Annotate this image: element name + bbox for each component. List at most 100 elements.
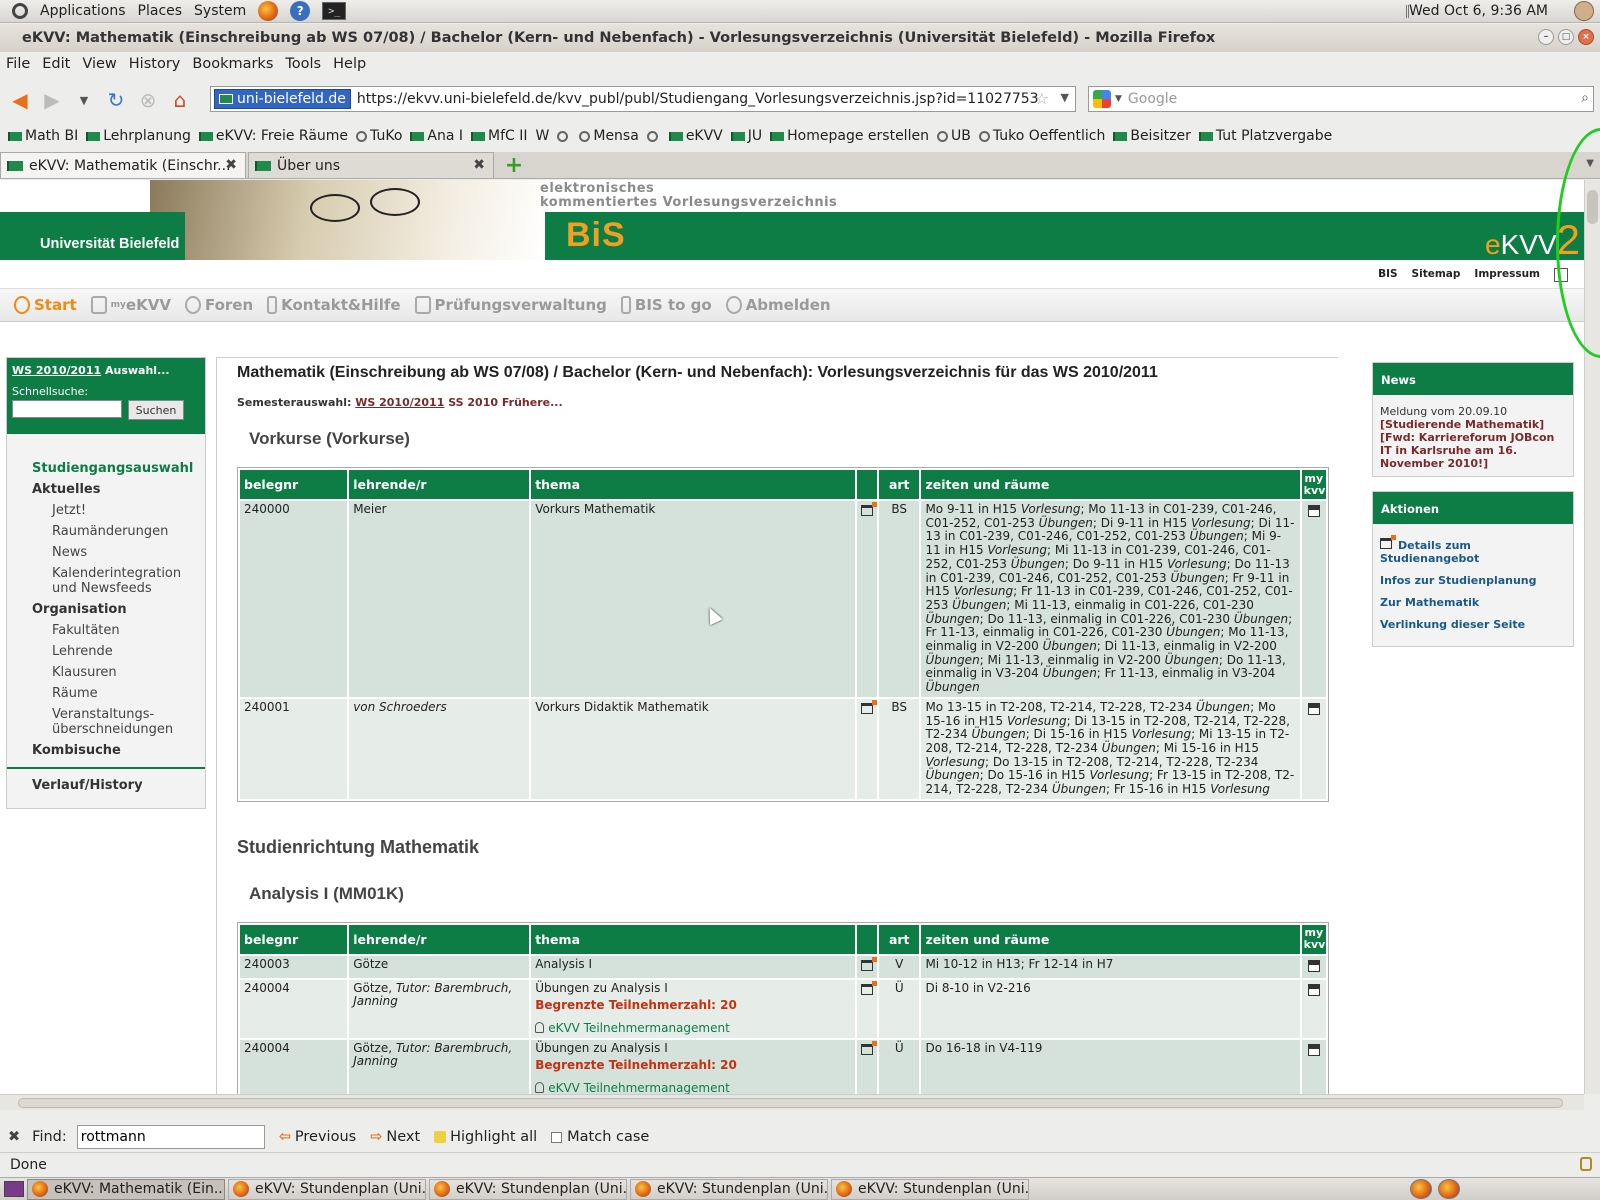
sidebar-item[interactable]: Verlauf/History [7, 775, 205, 796]
teilnehmermanagement-link[interactable]: eKVV Teilnehmermanagement [535, 1081, 851, 1094]
action-details[interactable]: Details zum Studienangebot [1380, 535, 1566, 565]
find-previous-button[interactable]: ⇦ Previous [279, 1129, 356, 1145]
bookmark-item[interactable]: eKVV: Freie Räume [198, 128, 348, 144]
forward-button[interactable]: ▶ [38, 86, 66, 114]
sidebar-item[interactable]: Raumänderungen [7, 521, 205, 542]
google-engine-icon[interactable] [1093, 90, 1111, 108]
menu-history[interactable]: History [129, 56, 181, 72]
news-link[interactable]: [Studierende Mathematik] [Fwd: Karrieref… [1380, 418, 1566, 470]
bookmark-item[interactable]: Lehrplanung [86, 128, 191, 144]
save-to-mykvv-icon[interactable] [1307, 959, 1320, 972]
sidebar-item[interactable]: Aktuelles [7, 479, 205, 500]
sidebar-item[interactable]: Lehrende [7, 641, 205, 662]
search-icon[interactable]: ⌕ [1581, 90, 1589, 106]
save-to-mykvv-icon[interactable] [1307, 1043, 1320, 1056]
close-tab-icon[interactable]: ✖ [473, 157, 485, 173]
semester-more-link[interactable]: Frühere... [502, 396, 563, 409]
home-button[interactable]: ⌂ [166, 86, 194, 114]
belegnr-cell[interactable]: 240003 [240, 955, 348, 978]
search-bar[interactable]: ▼ Google ⌕ [1088, 86, 1594, 112]
taskbar-window-button[interactable]: eKVV: Mathematik (Ein... [27, 1178, 225, 1200]
menu-file[interactable]: File [6, 56, 30, 72]
save-to-mykvv-icon[interactable] [1307, 702, 1320, 715]
site-identity-button[interactable]: uni-bielefeld.de [214, 89, 351, 109]
belegnr-cell[interactable]: 240004 [240, 979, 348, 1038]
sidebar-item[interactable]: News [7, 542, 205, 563]
thema-link[interactable]: Vorkurs Didaktik Mathematik [535, 700, 708, 714]
horizontal-scrollbar[interactable] [0, 1094, 1584, 1110]
menu-view[interactable]: View [82, 56, 116, 72]
stop-button[interactable]: ⊗ [134, 86, 162, 114]
menu-tools[interactable]: Tools [285, 56, 321, 72]
bis-link[interactable]: BIS [1378, 268, 1397, 282]
close-window-button[interactable]: × [1578, 29, 1594, 45]
reload-button[interactable]: ↻ [102, 86, 130, 114]
bookmark-star-icon[interactable]: ☆ [1035, 89, 1049, 108]
user-icon[interactable] [1574, 1, 1594, 21]
nav-my-ekvv[interactable]: my eKVV [90, 296, 171, 314]
thema-link[interactable]: Vorkurs Mathematik [535, 502, 655, 516]
nav-bis-to-go[interactable]: BIS to go [620, 296, 712, 314]
semester-link[interactable]: WS 2010/2011 [12, 364, 101, 377]
places-menu[interactable]: Places [138, 3, 183, 19]
university-logo[interactable]: Universität Bielefeld [0, 212, 185, 260]
terminal-launcher-icon[interactable]: >_ [322, 2, 347, 20]
url-dropdown-icon[interactable]: ▼ [1061, 91, 1069, 104]
calendar-export-icon[interactable] [860, 980, 877, 995]
bookmark-item[interactable]: W [536, 128, 550, 144]
show-desktop-icon[interactable] [4, 1181, 24, 1197]
clock[interactable]: Wed Oct 6, 9:36 AM [1409, 3, 1548, 19]
menu-help[interactable]: Help [333, 56, 366, 72]
bookmark-item[interactable]: Beisitzer [1113, 128, 1191, 144]
bookmark-item[interactable]: Mensa [579, 128, 639, 144]
firefox-launcher-icon[interactable] [258, 1, 279, 21]
calendar-export-icon[interactable] [860, 956, 877, 971]
menu-bookmarks[interactable]: Bookmarks [192, 56, 273, 72]
bookmark-item[interactable] [557, 130, 571, 142]
belegnr-cell[interactable]: 240004 [240, 1039, 348, 1094]
action-zur-mathematik[interactable]: Zur Mathematik [1380, 596, 1566, 609]
calendar-export-icon[interactable] [860, 502, 877, 516]
semester-prev-link[interactable]: SS 2010 [448, 396, 498, 409]
taskbar-window-button[interactable]: eKVV: Stundenplan (Uni... [429, 1178, 627, 1200]
action-infos[interactable]: Infos zur Studienplanung [1380, 574, 1566, 587]
bookmark-item[interactable]: Homepage erstellen [770, 128, 929, 144]
semester-select-link[interactable]: Auswahl... [105, 364, 170, 377]
sidebar-item[interactable]: Fakultäten [7, 620, 205, 641]
close-find-bar-icon[interactable]: ✖ [8, 1129, 20, 1145]
bookmark-item[interactable]: MfC II [471, 128, 528, 144]
teilnehmermanagement-link[interactable]: eKVV Teilnehmermanagement [535, 1021, 851, 1036]
impressum-link[interactable]: Impressum [1474, 268, 1540, 282]
nav-abmelden[interactable]: Abmelden [725, 296, 831, 314]
sidebar-item[interactable]: Klausuren [7, 662, 205, 683]
sidebar-item[interactable]: Studiengangsauswahl [7, 458, 205, 479]
bookmark-item[interactable]: eKVV [668, 128, 723, 144]
help-icon[interactable]: ? [290, 1, 311, 21]
close-tab-icon[interactable]: ✖ [225, 157, 237, 173]
belegnr-cell[interactable]: 240000 [240, 501, 348, 697]
sitemap-link[interactable]: Sitemap [1412, 268, 1461, 282]
sidebar-item[interactable]: Räume [7, 683, 205, 704]
belegnr-cell[interactable]: 240001 [240, 698, 348, 799]
history-dropdown-icon[interactable]: ▼ [70, 86, 98, 114]
sidebar-item[interactable]: Kalenderintegration und Newsfeeds [7, 563, 205, 599]
url-bar[interactable]: uni-bielefeld.de https://ekvv.uni-bielef… [210, 86, 1076, 112]
maximize-button[interactable]: □ [1558, 29, 1574, 45]
bookmark-item[interactable] [646, 130, 661, 142]
nav-foren[interactable]: Foren [184, 296, 253, 314]
calendar-export-icon[interactable] [860, 1040, 877, 1055]
find-input[interactable] [76, 1125, 265, 1149]
system-menu[interactable]: System [194, 3, 246, 19]
sidebar-item[interactable]: Kombisuche [7, 740, 205, 761]
gnome-foot-icon[interactable] [12, 3, 28, 19]
taskbar-window-button[interactable]: eKVV: Stundenplan (Uni... [228, 1178, 426, 1200]
engine-dropdown-icon[interactable]: ▼ [1115, 94, 1122, 104]
nav-kontakt-hilfe[interactable]: Kontakt&Hilfe [267, 296, 401, 314]
thema-link[interactable]: Analysis I [535, 957, 592, 971]
nav-start[interactable]: Start [14, 296, 77, 314]
minimize-button[interactable]: – [1538, 29, 1554, 45]
menu-edit[interactable]: Edit [42, 56, 70, 72]
thema-link[interactable]: Übungen zu Analysis I [535, 1041, 668, 1055]
bookmark-item[interactable]: Tut Platzvergabe [1198, 128, 1332, 144]
calendar-export-icon[interactable] [860, 699, 877, 714]
